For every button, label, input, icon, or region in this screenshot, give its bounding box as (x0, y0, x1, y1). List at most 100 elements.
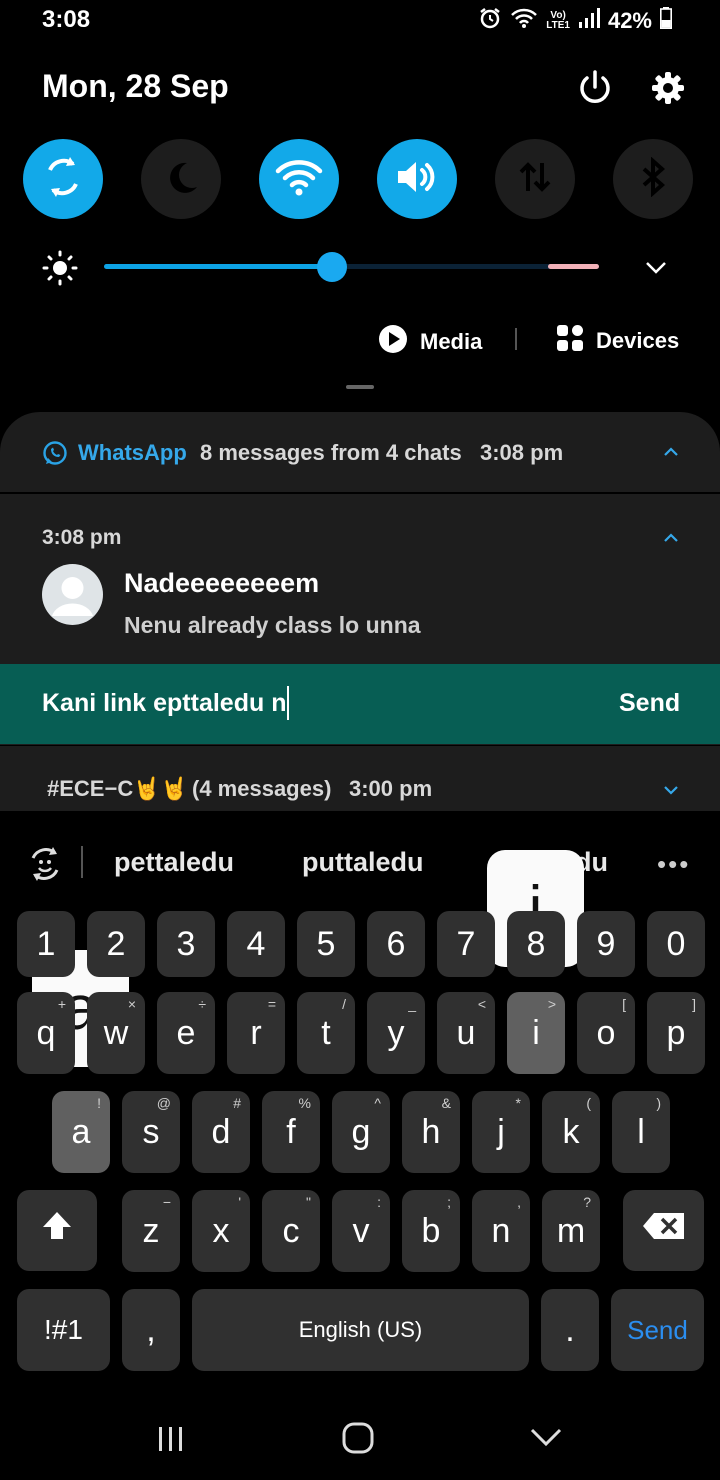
devices-button[interactable]: Devices (556, 324, 679, 357)
key-secondary-label: ? (583, 1194, 591, 1210)
key-label: j (497, 1112, 505, 1151)
group-time: 3:00 pm (349, 776, 433, 801)
data-arrows-icon (515, 157, 555, 202)
panel-handle[interactable] (346, 385, 374, 389)
key-0[interactable]: 0 (647, 911, 705, 977)
key-9[interactable]: 9 (577, 911, 635, 977)
chevron-down-icon[interactable] (661, 780, 681, 805)
key-f[interactable]: f% (262, 1091, 320, 1173)
play-circle-icon (378, 324, 408, 359)
key-1[interactable]: 1 (17, 911, 75, 977)
key-5[interactable]: 5 (297, 911, 355, 977)
key-j[interactable]: j * (472, 1091, 530, 1173)
media-button[interactable]: Media (378, 324, 482, 359)
key-m[interactable]: m? (542, 1190, 600, 1272)
key-c[interactable]: c " (262, 1190, 320, 1272)
sound-toggle[interactable] (377, 139, 457, 219)
key-secondary-label: * (515, 1095, 521, 1111)
wifi-toggle[interactable] (259, 139, 339, 219)
key-8[interactable]: 8 (507, 911, 565, 977)
key-secondary-label: ÷ (198, 996, 206, 1012)
whatsapp-header[interactable]: WhatsApp 8 messages from 4 chats 3:08 pm (0, 412, 720, 494)
key-r[interactable]: r = (227, 992, 285, 1074)
key-secondary-label: @ (156, 1095, 171, 1111)
avatar (42, 564, 103, 630)
key-secondary-label: + (57, 996, 66, 1012)
suggestion-1[interactable]: pettaledu (114, 847, 234, 878)
bluetooth-toggle[interactable] (613, 139, 693, 219)
divider (515, 328, 517, 350)
group-chat-row[interactable]: #ECE−C🤘🤘 (4 messages) 3:00 pm (0, 745, 720, 812)
chevron-up-icon[interactable] (661, 528, 681, 553)
key-label: l (637, 1112, 645, 1151)
key-x[interactable]: x ' (192, 1190, 250, 1272)
chevron-down-icon[interactable] (643, 254, 669, 285)
key-label: w (103, 1013, 129, 1052)
settings-gear-icon[interactable] (648, 68, 688, 113)
key-q[interactable]: q + (17, 992, 75, 1074)
mobile-data-toggle[interactable] (495, 139, 575, 219)
key-u[interactable]: u < (437, 992, 495, 1074)
key-l[interactable]: l) (612, 1091, 670, 1173)
auto-rotate-toggle[interactable] (23, 139, 103, 219)
key-3[interactable]: 3 (157, 911, 215, 977)
space-key[interactable]: English (US) (192, 1289, 529, 1371)
key-secondary-label: : (377, 1194, 381, 1210)
more-options-icon[interactable]: ••• (657, 849, 690, 880)
brightness-outdoor-zone (548, 264, 599, 269)
key-label: u (456, 1013, 476, 1052)
brightness-sun-icon (42, 250, 78, 291)
key-7[interactable]: 7 (437, 911, 495, 977)
key-o[interactable]: o[ (577, 992, 635, 1074)
key-i[interactable]: i > (507, 992, 565, 1074)
recent-apps-icon[interactable] (156, 1424, 186, 1459)
keyboard-send-key[interactable]: Send (611, 1289, 704, 1371)
period-key[interactable]: . (541, 1289, 599, 1371)
key-secondary-label: > (547, 996, 556, 1012)
home-icon[interactable] (342, 1422, 374, 1459)
key-b[interactable]: b; (402, 1190, 460, 1272)
reply-input[interactable]: Kani link epttaledu n (42, 689, 286, 718)
moon-icon (161, 157, 201, 202)
key-g[interactable]: g ^ (332, 1091, 390, 1173)
key-secondary-label: , (517, 1194, 521, 1210)
back-chevron-down-icon[interactable] (530, 1426, 562, 1453)
suggestion-2[interactable]: puttaledu (302, 847, 424, 878)
key-z[interactable]: z − (122, 1190, 180, 1272)
comma-key[interactable]: , (122, 1289, 180, 1371)
key-n[interactable]: n, (472, 1190, 530, 1272)
key-p[interactable]: p] (647, 992, 705, 1074)
message-card[interactable]: 3:08 pm Nadeeeeeeeem Nenu already class … (0, 494, 720, 664)
backspace-key[interactable] (623, 1190, 704, 1271)
devices-label: Devices (596, 327, 680, 353)
reply-send-button[interactable]: Send (619, 689, 680, 718)
key-label: y (387, 1013, 405, 1052)
key-a[interactable]: a! (52, 1091, 110, 1173)
key-v[interactable]: v: (332, 1190, 390, 1272)
key-s[interactable]: s @ (122, 1091, 180, 1173)
key-label: n (491, 1211, 511, 1250)
symbols-key[interactable]: !#1 (17, 1289, 110, 1371)
key-y[interactable]: y _ (367, 992, 425, 1074)
key-2[interactable]: 2 (87, 911, 145, 977)
key-4[interactable]: 4 (227, 911, 285, 977)
shift-key[interactable] (17, 1190, 97, 1271)
key-6[interactable]: 6 (367, 911, 425, 977)
key-t[interactable]: t / (297, 992, 355, 1074)
battery-icon (660, 7, 672, 35)
emoji-refresh-icon[interactable] (25, 844, 65, 889)
key-label: d (211, 1112, 231, 1151)
power-icon[interactable] (575, 68, 615, 113)
brightness-slider-thumb[interactable] (317, 252, 347, 282)
wifi-status-icon (510, 7, 538, 35)
key-d[interactable]: d # (192, 1091, 250, 1173)
devices-grid-icon (556, 324, 584, 357)
key-e[interactable]: e ÷ (157, 992, 215, 1074)
key-h[interactable]: h & (402, 1091, 460, 1173)
chevron-up-icon[interactable] (661, 442, 681, 467)
message-time: 3:08 pm (42, 526, 122, 549)
night-mode-toggle[interactable] (141, 139, 221, 219)
alarm-icon (478, 6, 502, 36)
key-k[interactable]: k( (542, 1091, 600, 1173)
key-w[interactable]: w × (87, 992, 145, 1074)
